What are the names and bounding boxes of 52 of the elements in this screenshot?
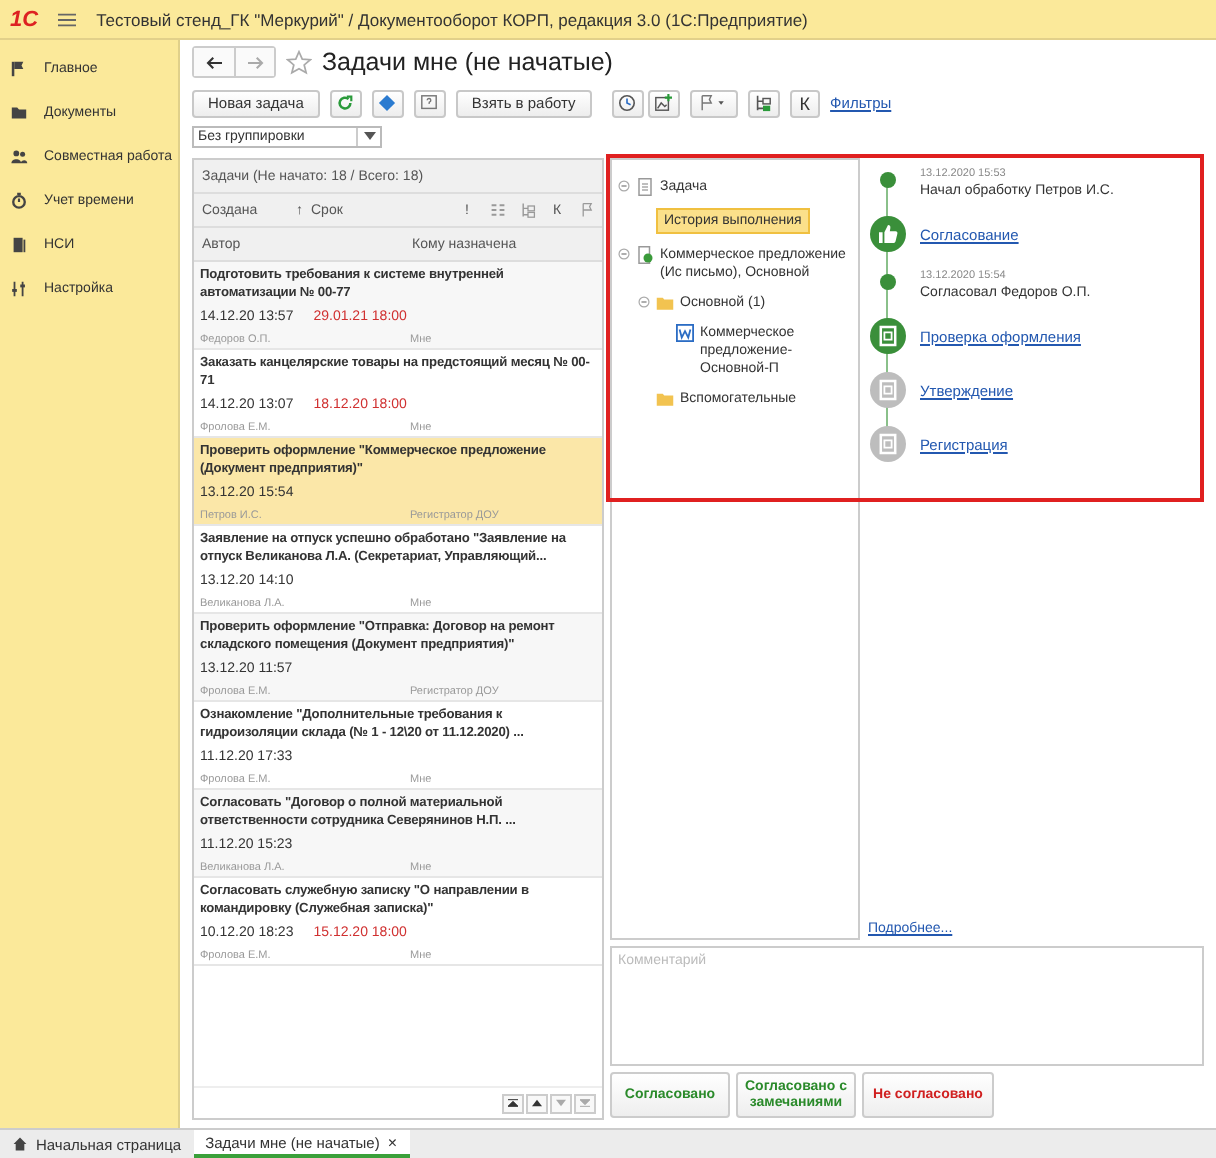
refresh-button[interactable] bbox=[329, 89, 362, 117]
add-image-icon bbox=[654, 94, 673, 112]
add-image-button[interactable] bbox=[647, 89, 680, 117]
grid-icon[interactable] bbox=[489, 202, 505, 218]
menu-icon[interactable] bbox=[58, 11, 77, 27]
close-icon[interactable]: × bbox=[387, 1133, 398, 1151]
scroll-down-icon bbox=[556, 1098, 566, 1108]
folder-icon bbox=[656, 294, 674, 312]
structure-icon[interactable] bbox=[519, 202, 535, 218]
k-button[interactable]: К bbox=[789, 89, 821, 117]
refresh-icon bbox=[336, 94, 355, 112]
structure-button[interactable] bbox=[747, 89, 780, 117]
book-icon bbox=[10, 235, 28, 253]
window-title: Тестовый стенд_ГК "Меркурий" / Документооборот КОРП, редакция 3.0 (1С:Предприятие) bbox=[96, 9, 808, 29]
scroll-bottom-button[interactable] bbox=[574, 1093, 596, 1113]
document-check-icon bbox=[636, 246, 654, 264]
event-dot bbox=[880, 172, 896, 188]
people-icon bbox=[10, 147, 28, 165]
flag-dropdown[interactable] bbox=[689, 89, 738, 117]
timer-icon bbox=[10, 191, 28, 209]
help-icon bbox=[420, 94, 439, 112]
folder-icon bbox=[10, 103, 28, 121]
scroll-up-button[interactable] bbox=[526, 1093, 548, 1113]
home-icon bbox=[12, 1136, 28, 1152]
scroll-top-button[interactable] bbox=[502, 1093, 524, 1113]
page-title: Задачи мне (не начатые) bbox=[322, 48, 613, 76]
collapse-toggle[interactable] bbox=[618, 180, 630, 192]
forward-arrow-icon bbox=[246, 55, 264, 69]
diamond-button[interactable] bbox=[371, 89, 404, 117]
scroll-up-icon bbox=[532, 1098, 542, 1108]
scroll-bottom-icon bbox=[580, 1098, 590, 1108]
sliders-icon bbox=[10, 279, 28, 297]
help-button[interactable] bbox=[413, 89, 446, 117]
scroll-top-icon bbox=[508, 1098, 518, 1108]
app-logo: 1С bbox=[10, 7, 39, 31]
structure-icon bbox=[754, 94, 773, 112]
folder-icon bbox=[656, 390, 674, 408]
flag-icon bbox=[698, 94, 729, 112]
document-icon bbox=[636, 178, 654, 196]
diamond-icon bbox=[378, 94, 397, 112]
collapse-toggle[interactable] bbox=[638, 296, 650, 308]
collapse-toggle[interactable] bbox=[618, 248, 630, 260]
flag-icon[interactable] bbox=[579, 202, 595, 218]
event-dot bbox=[880, 274, 896, 290]
back-button[interactable] bbox=[194, 48, 234, 76]
word-file-icon bbox=[676, 324, 694, 342]
flag-icon bbox=[10, 59, 28, 77]
clock-icon bbox=[618, 94, 637, 112]
back-arrow-icon bbox=[205, 55, 223, 69]
star-icon[interactable] bbox=[286, 49, 312, 75]
clock-button[interactable] bbox=[611, 89, 644, 117]
caret-icon bbox=[363, 132, 375, 140]
